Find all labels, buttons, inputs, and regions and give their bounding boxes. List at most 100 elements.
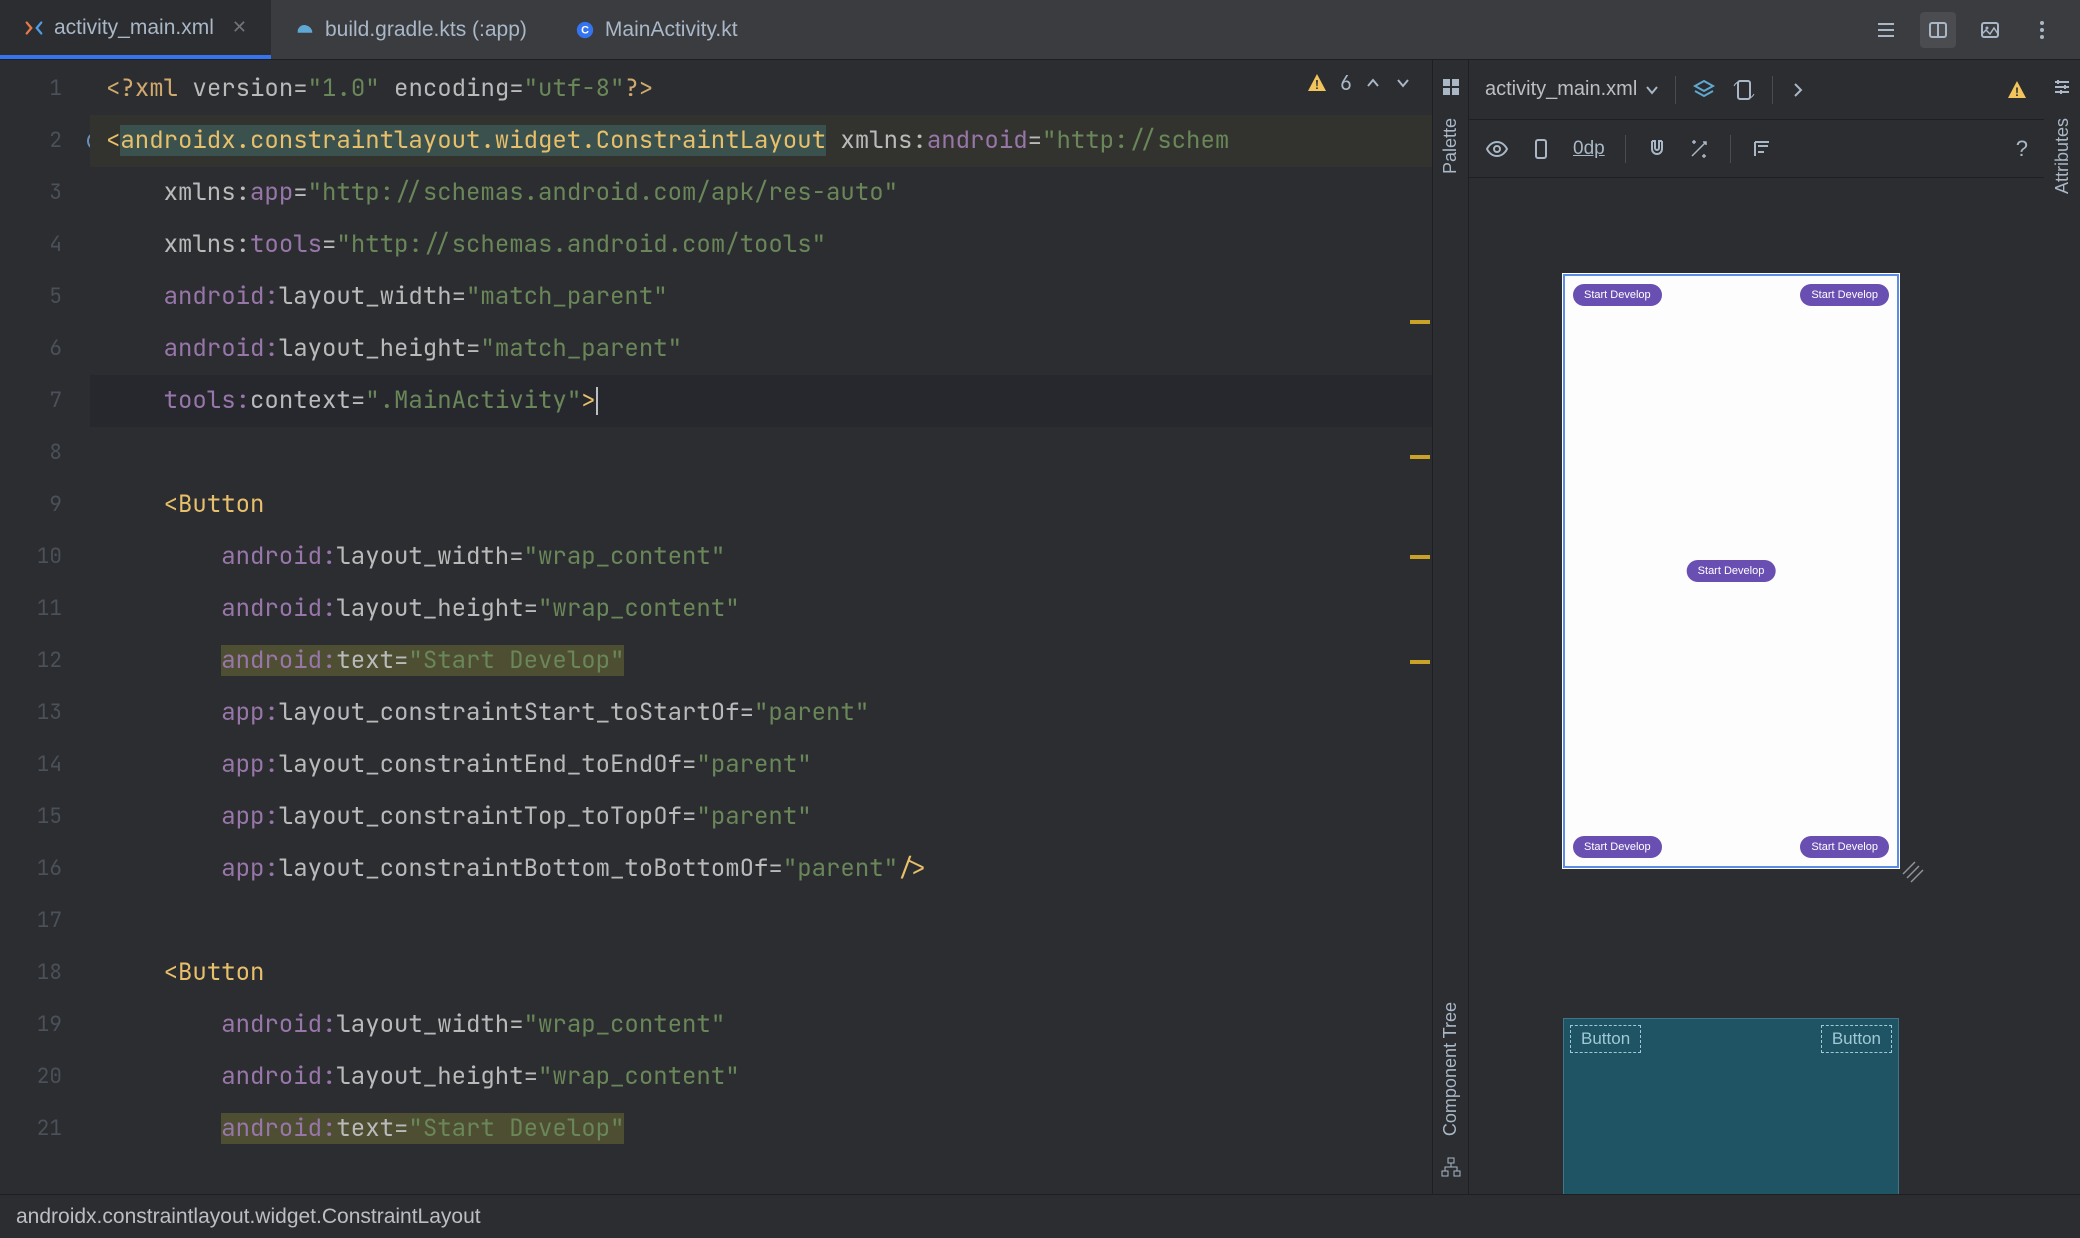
gutter-line[interactable]: 11 <box>0 583 90 635</box>
layers-icon[interactable] <box>1692 78 1716 102</box>
resize-handle-icon[interactable] <box>1899 858 2044 1194</box>
gutter-line[interactable]: 17 <box>0 895 90 947</box>
code-line[interactable]: android:text="Start Develop" <box>90 635 1432 687</box>
attributes-label[interactable]: Attributes <box>2052 118 2073 194</box>
align-icon[interactable] <box>1751 138 1773 160</box>
blueprint-button[interactable]: Button <box>1821 1025 1892 1053</box>
right-rail: Attributes <box>2044 60 2080 1194</box>
tab-build-gradle[interactable]: build.gradle.kts (:app) <box>271 0 551 59</box>
code-line[interactable]: android:layout_height="match_parent" <box>90 323 1432 375</box>
next-highlight-icon[interactable] <box>1394 74 1412 92</box>
gutter-line[interactable]: 12 <box>0 635 90 687</box>
gutter-line[interactable]: 5 <box>0 271 90 323</box>
gutter-line[interactable]: 19 <box>0 999 90 1051</box>
split-view-icon[interactable] <box>1920 12 1956 48</box>
code-line[interactable]: android:layout_width="wrap_content" <box>90 531 1432 583</box>
svg-text:!: ! <box>1313 77 1320 93</box>
gutter-line[interactable]: 14 <box>0 739 90 791</box>
code-line[interactable]: android:text="Start Develop" <box>90 1103 1432 1155</box>
more-icon[interactable] <box>2024 12 2060 48</box>
device-icon[interactable] <box>1529 137 1553 161</box>
eye-icon[interactable] <box>1485 137 1509 161</box>
code-line[interactable]: <androidx.constraintlayout.widget.Constr… <box>90 115 1432 167</box>
status-bar: androidx.constraintlayout.widget.Constra… <box>0 1194 2080 1238</box>
gutter-line[interactable]: 8 <box>0 427 90 479</box>
code-line[interactable]: tools:context=".MainActivity"> <box>90 375 1432 427</box>
code-line[interactable]: xmlns:tools="http://schemas.android.com/… <box>90 219 1432 271</box>
gutter-line[interactable]: 18 <box>0 947 90 999</box>
close-icon[interactable]: ✕ <box>232 17 247 38</box>
gutter-line[interactable]: 3 <box>0 167 90 219</box>
tab-bar: activity_main.xml ✕ build.gradle.kts (:a… <box>0 0 2080 60</box>
gutter-line[interactable]: 15 <box>0 791 90 843</box>
warning-icon[interactable]: ! <box>1306 72 1328 94</box>
code-line[interactable]: app:layout_constraintStart_toStartOf="pa… <box>90 687 1432 739</box>
code-line[interactable]: android:layout_height="wrap_content" <box>90 1051 1432 1103</box>
design-filename[interactable]: activity_main.xml <box>1485 78 1659 101</box>
gutter: 1 2 3 4 5 6 7 8 9 10 11 12 13 14 15 <box>0 60 90 1194</box>
code-editor[interactable]: 1 2 3 4 5 6 7 8 9 10 11 12 13 14 15 <box>0 60 1432 1194</box>
code-line[interactable] <box>90 427 1432 479</box>
palette-label[interactable]: Palette <box>1440 118 1461 174</box>
help-icon[interactable]: ? <box>2016 136 2028 162</box>
gutter-line[interactable]: 7 <box>0 375 90 427</box>
chevron-right-icon[interactable] <box>1789 81 1807 99</box>
tab-label: MainActivity.kt <box>605 18 738 42</box>
gutter-line[interactable]: 9 <box>0 479 90 531</box>
svg-text:!: ! <box>2015 85 2019 99</box>
preview-button[interactable]: Start Develop <box>1687 560 1776 582</box>
design-canvas[interactable]: Start Develop Start Develop Start Develo… <box>1469 178 2044 1194</box>
blueprint-preview[interactable]: Button Button <box>1563 1018 1899 1194</box>
component-tree-icon[interactable] <box>1440 1156 1462 1178</box>
warning-icon[interactable]: ! <box>2006 79 2028 101</box>
code-line[interactable]: <Button <box>90 947 1432 999</box>
gutter-line[interactable]: 6 <box>0 323 90 375</box>
code-line[interactable]: app:layout_constraintEnd_toEndOf="parent… <box>90 739 1432 791</box>
phone-preview[interactable]: Start Develop Start Develop Start Develo… <box>1563 274 1899 868</box>
blueprint-button[interactable]: Button <box>1570 1025 1641 1053</box>
kotlin-class-icon: C <box>575 20 595 40</box>
gutter-line[interactable]: 21 <box>0 1103 90 1155</box>
magnet-icon[interactable] <box>1646 138 1668 160</box>
component-tree-label[interactable]: Component Tree <box>1440 1002 1461 1136</box>
zoom-value[interactable]: 0dp <box>1573 138 1605 160</box>
code-line[interactable]: android:layout_width="match_parent" <box>90 271 1432 323</box>
gradle-icon <box>295 20 315 40</box>
preview-button[interactable]: Start Develop <box>1800 284 1889 306</box>
gutter-line[interactable]: 10 <box>0 531 90 583</box>
warning-count[interactable]: 6 <box>1340 70 1352 96</box>
marker-rail[interactable] <box>1418 60 1432 1194</box>
gutter-line[interactable]: 16 <box>0 843 90 895</box>
gutter-line[interactable]: 2 <box>0 115 90 167</box>
tab-main-activity[interactable]: C MainActivity.kt <box>551 0 762 59</box>
design-view-icon[interactable] <box>1972 12 2008 48</box>
code-line[interactable]: xmlns:app="http://schemas.android.com/ap… <box>90 167 1432 219</box>
prev-highlight-icon[interactable] <box>1364 74 1382 92</box>
gutter-line[interactable]: 13 <box>0 687 90 739</box>
code-line[interactable]: android:layout_height="wrap_content" <box>90 583 1432 635</box>
editor-side-rail: Palette Component Tree <box>1432 60 1468 1194</box>
tab-activity-main[interactable]: activity_main.xml ✕ <box>0 0 271 59</box>
preview-button[interactable]: Start Develop <box>1800 836 1889 858</box>
code-line[interactable]: android:layout_width="wrap_content" <box>90 999 1432 1051</box>
preview-button[interactable]: Start Develop <box>1573 836 1662 858</box>
wand-icon[interactable] <box>1688 138 1710 160</box>
settings-icon[interactable] <box>2051 76 2073 98</box>
gutter-line[interactable]: 20 <box>0 1051 90 1103</box>
palette-icon[interactable] <box>1440 76 1462 98</box>
code-line[interactable] <box>90 895 1432 947</box>
caret <box>596 387 598 415</box>
tab-label: activity_main.xml <box>54 16 214 40</box>
code-line[interactable]: app:layout_constraintBottom_toBottomOf="… <box>90 843 1432 895</box>
orientation-icon[interactable] <box>1732 78 1756 102</box>
gutter-line[interactable]: 4 <box>0 219 90 271</box>
code-line[interactable]: <Button <box>90 479 1432 531</box>
code-line[interactable]: app:layout_constraintTop_toTopOf="parent… <box>90 791 1432 843</box>
design-panel: activity_main.xml ! <box>1468 60 2044 1194</box>
preview-button[interactable]: Start Develop <box>1573 284 1662 306</box>
list-view-icon[interactable] <box>1868 12 1904 48</box>
gutter-line[interactable]: 1 <box>0 63 90 115</box>
breadcrumb[interactable]: androidx.constraintlayout.widget.Constra… <box>16 1205 481 1229</box>
svg-text:C: C <box>581 24 589 36</box>
code-line[interactable]: <?xml version="1.0" encoding="utf-8"?> <box>90 63 1432 115</box>
